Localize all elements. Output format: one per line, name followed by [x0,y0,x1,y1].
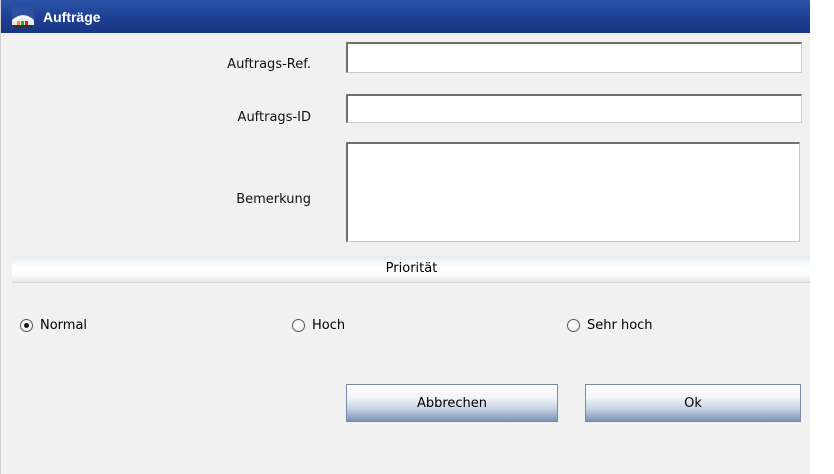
priority-normal-radio[interactable]: Normal [20,318,87,333]
id-input[interactable] [346,94,802,123]
priority-sehr-hoch-label: Sehr hoch [587,318,653,333]
app-icon [12,5,34,28]
id-label: Auftrags-ID [237,110,311,125]
dialog-window: Aufträge Auftrags-Ref. Auftrags-ID Bemer… [0,0,834,474]
radio-icon [567,319,580,332]
priority-sehr-hoch-radio[interactable]: Sehr hoch [567,318,653,333]
remark-label: Bemerkung [236,192,311,207]
ok-button[interactable]: Ok [585,384,801,422]
priority-hoch-radio[interactable]: Hoch [292,318,345,333]
priority-normal-label: Normal [40,318,88,333]
cancel-button[interactable]: Abbrechen [346,384,558,422]
priority-hoch-label: Hoch [312,318,346,333]
ref-input[interactable] [346,42,802,73]
radio-icon [292,319,305,332]
remark-textarea[interactable] [346,142,800,242]
title-bar[interactable]: Aufträge [1,0,811,33]
radio-icon [20,319,33,332]
ref-label: Auftrags-Ref. [227,57,311,72]
window-title: Aufträge [43,8,101,25]
priority-title: Priorität [385,261,438,276]
priority-section-header: Priorität [12,256,811,283]
right-margin [810,0,834,474]
radio-selected-dot [24,323,29,328]
